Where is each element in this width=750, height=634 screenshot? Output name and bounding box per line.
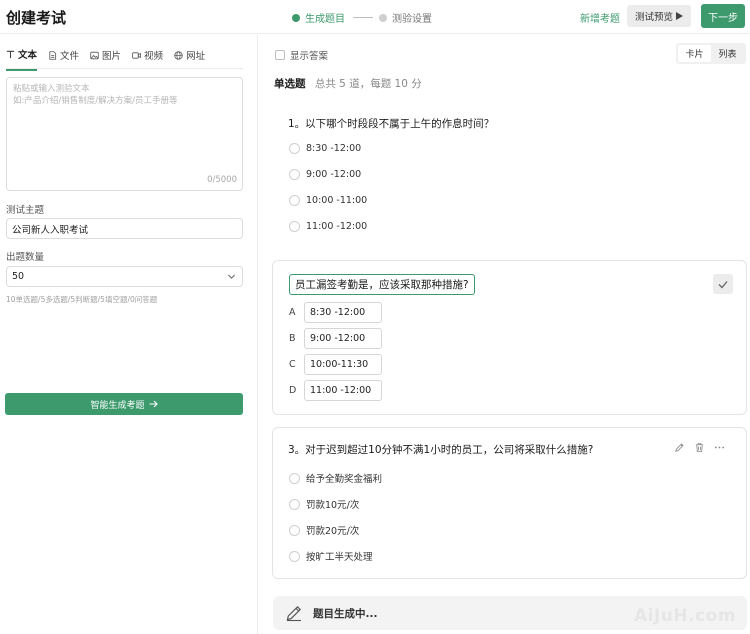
section-header: 单选题 总共 5 道，每题 10 分 [274, 76, 422, 91]
distribution-note: 10单选题/5多选题/5判断题/5填空题/0问答题 [6, 295, 158, 304]
play-icon [676, 12, 683, 20]
count-value: 50 [12, 271, 25, 282]
tabs-divider [6, 68, 243, 69]
watermark: AiJuH.com [634, 606, 737, 626]
file-icon [49, 50, 57, 60]
chevron-down-icon [227, 274, 236, 279]
view-card-button[interactable]: 卡片 [678, 45, 711, 62]
option-c-input[interactable]: 10:00-11:30 [304, 354, 382, 375]
option-label: 11:00 -12:00 [306, 221, 368, 232]
option-radio[interactable] [289, 472, 300, 484]
option-radio[interactable] [289, 221, 300, 232]
tab-label: 图片 [102, 51, 122, 62]
option-letter: D [289, 385, 297, 396]
question-2-title-input[interactable]: 员工漏签考勤是，应该采取那种措施? [289, 274, 475, 295]
view-list-button[interactable]: 列表 [711, 45, 744, 62]
globe-icon [174, 50, 183, 60]
confirm-edit-button[interactable] [713, 274, 733, 294]
question-1-option[interactable]: 11:00 -12:00 [289, 221, 367, 232]
preview-label: 测试预览 [634, 12, 673, 23]
option-radio[interactable] [289, 195, 300, 206]
preview-button[interactable]: 测试预览 [627, 5, 691, 27]
question-1-option[interactable]: 10:00 -11:00 [289, 195, 367, 206]
option-radio[interactable] [289, 524, 300, 536]
add-question-link[interactable]: 新增考题 [580, 10, 620, 25]
step-indicator: 生成题目 测验设置 [292, 10, 432, 25]
question-3-option[interactable]: 按旷工半天处理 [289, 549, 373, 563]
question-3-option[interactable]: 给予全勤奖金福利 [289, 471, 382, 485]
tab-label: 文件 [60, 51, 80, 62]
option-label: 10:00 -11:00 [306, 195, 368, 206]
option-label: 罚款10元/次 [306, 500, 360, 511]
section-title: 单选题 [274, 78, 306, 90]
option-letter: B [289, 333, 296, 344]
tab-label: 网址 [186, 51, 206, 62]
question-3-card: 3。对于迟到超过10分钟不满1小时的员工，公司将采取什么措施? 给予全勤奖金福利… [272, 427, 747, 579]
source-panel: 文本 文件 图片 视频 网址 粘贴或输入测验文本 如:产品介绍/销售制度/解决方… [0, 35, 258, 634]
generate-label: 智能生成考题 [90, 400, 145, 411]
option-radio[interactable] [289, 550, 300, 562]
option-d-input[interactable]: 11:00 -12:00 [304, 380, 382, 401]
show-answers-label: 显示答案 [290, 51, 329, 62]
text-icon [6, 50, 15, 58]
check-icon [718, 280, 728, 288]
question-3-title: 3。对于迟到超过10分钟不满1小时的员工，公司将采取什么措施? [288, 444, 594, 456]
step-dot-inactive [379, 13, 387, 22]
step-settings[interactable]: 测验设置 [392, 10, 432, 25]
question-1-title: 1。以下哪个时段段不属于上午的作息时间？ [288, 118, 495, 130]
char-count: 0/5000 [207, 175, 237, 185]
option-label: 9:00 -12:00 [306, 169, 362, 180]
option-label: 给予全勤奖金福利 [306, 474, 383, 485]
image-icon [90, 51, 99, 59]
question-3-option[interactable]: 罚款20元/次 [289, 523, 359, 537]
option-label: 按旷工半天处理 [306, 552, 373, 563]
question-actions [674, 442, 725, 453]
question-1-option[interactable]: 9:00 -12:00 [289, 169, 361, 180]
step-generate[interactable]: 生成题目 [305, 10, 345, 25]
view-toggle: 卡片 列表 [676, 43, 746, 64]
question-3-option[interactable]: 罚款10元/次 [289, 497, 359, 511]
topic-label: 测试主题 [6, 205, 45, 216]
option-letter: A [289, 307, 296, 318]
more-icon[interactable] [714, 442, 725, 453]
source-text-input[interactable]: 粘贴或输入测验文本 如:产品介绍/销售制度/解决方案/员工手册等 0/5000 [6, 77, 243, 191]
page-title: 创建考试 [6, 9, 67, 27]
pencil-icon [286, 605, 302, 622]
delete-icon[interactable] [694, 442, 705, 453]
question-2-card: 员工漏签考勤是，应该采取那种措施? A 8:30 -12:00 B 9:00 -… [272, 260, 747, 415]
show-answers-checkbox[interactable] [275, 50, 285, 60]
option-radio[interactable] [289, 143, 300, 154]
count-label: 出题数量 [6, 252, 45, 263]
section-meta: 总共 5 道，每题 10 分 [314, 78, 422, 90]
next-step-button[interactable]: 下一步 [701, 4, 745, 28]
textarea-placeholder-line1: 粘贴或输入测验文本 [13, 84, 90, 94]
option-letter: C [289, 359, 296, 370]
option-b-input[interactable]: 9:00 -12:00 [304, 328, 382, 349]
tab-label: 视频 [144, 51, 164, 62]
topic-input[interactable]: 公司新人入职考试 [6, 218, 243, 239]
show-answers-toggle[interactable]: 显示答案 [275, 48, 328, 62]
step-connector [353, 17, 373, 18]
question-1-option[interactable]: 8:30 -12:00 [289, 143, 361, 154]
option-label: 罚款20元/次 [306, 526, 360, 537]
textarea-placeholder-line2: 如:产品介绍/销售制度/解决方案/员工手册等 [13, 96, 178, 106]
arrow-right-icon [149, 400, 158, 408]
option-radio[interactable] [289, 498, 300, 510]
count-select[interactable]: 50 [6, 266, 243, 287]
generate-questions-button[interactable]: 智能生成考题 [5, 393, 243, 415]
option-radio[interactable] [289, 169, 300, 180]
tab-label: 文本 [18, 50, 38, 61]
generating-label: 题目生成中... [313, 607, 378, 620]
option-a-input[interactable]: 8:30 -12:00 [304, 302, 382, 323]
step-dot-active [292, 13, 300, 22]
option-label: 8:30 -12:00 [306, 143, 362, 154]
video-icon [132, 51, 141, 59]
header-bar: 创建考试 生成题目 测验设置 新增考题 测试预览 下一步 [0, 0, 750, 34]
edit-icon[interactable] [674, 442, 685, 453]
